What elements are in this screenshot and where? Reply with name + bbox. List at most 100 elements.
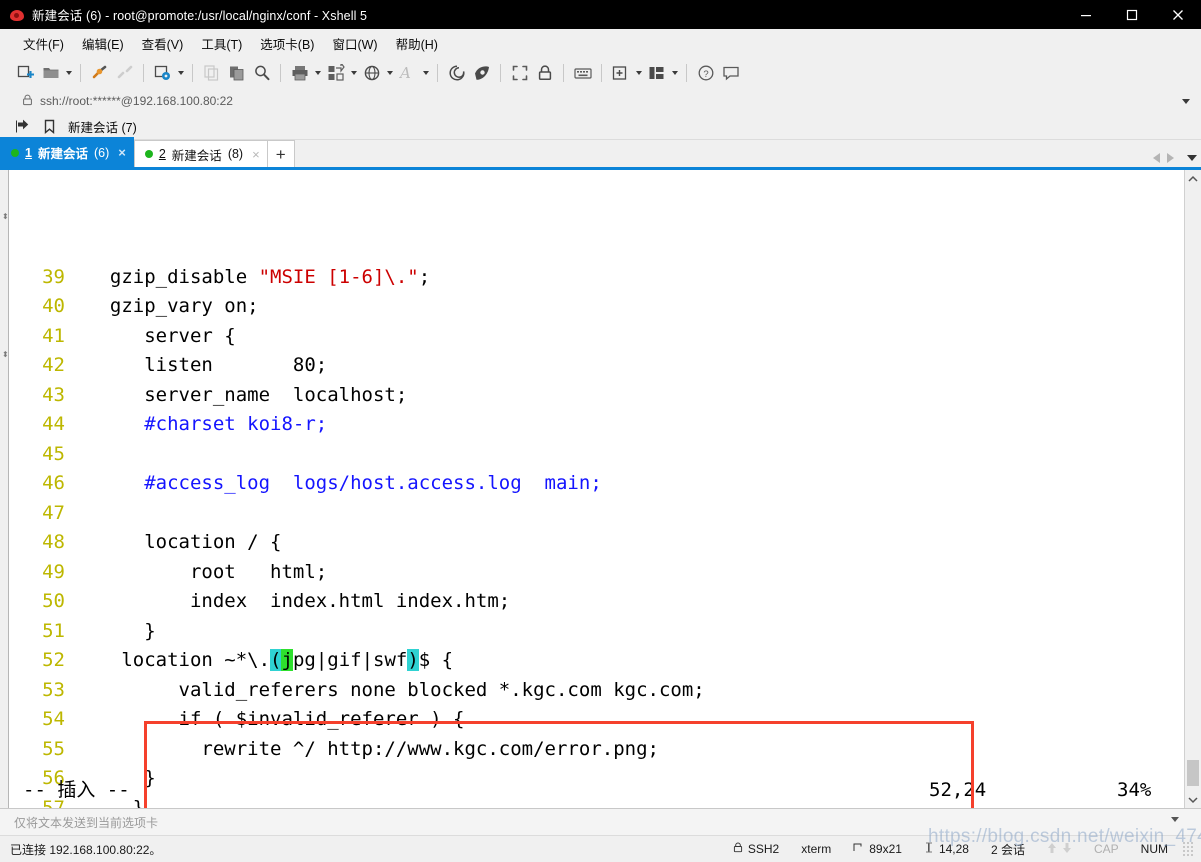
chevron-down-icon[interactable] [1187,155,1197,161]
session-count-indicator[interactable]: 2 会话 [980,836,1036,862]
toolbar-separator [500,63,501,82]
open-folder-dropdown[interactable] [63,60,74,85]
tab-index: 1 [25,145,32,160]
send-text-bar[interactable]: 仅将文本发送到当前选项卡 [0,809,1201,836]
xshell-icon [9,7,25,23]
window-controls [1063,0,1201,29]
fullscreen-icon[interactable] [507,60,532,85]
help-icon[interactable]: ? [693,60,718,85]
find-icon[interactable] [249,60,274,85]
terminal-cursor: j [281,649,293,671]
svg-text:?: ? [703,69,708,80]
compose-icon[interactable] [469,60,494,85]
tab-session-2[interactable]: 2 新建会话 (8) × [133,140,268,167]
toolbar-separator [563,63,564,82]
lock-icon[interactable] [532,60,557,85]
protocol-indicator[interactable]: SSH2 [722,836,790,862]
new-session-icon[interactable] [13,60,38,85]
tool-bar: A ? [0,57,1201,88]
scroll-down-button[interactable] [1185,791,1201,808]
menu-file[interactable]: 文件(F) [14,31,73,56]
bookmark-icon[interactable] [41,119,57,135]
chevron-down-icon[interactable] [1171,817,1179,822]
cursor-position-indicator[interactable]: 14,28 [913,836,980,862]
tab-close-icon[interactable]: × [118,146,126,159]
chevron-left-icon[interactable] [1153,153,1160,163]
add-pane-dropdown[interactable] [633,60,644,85]
arrange-layout-icon[interactable] [644,60,669,85]
menu-view[interactable]: 查看(V) [133,31,193,56]
line-number: 54 [42,708,65,730]
line-number: 46 [42,472,65,494]
transfer-file-icon[interactable] [323,60,348,85]
line-number: 42 [42,354,65,376]
terminal-line: 47 [9,499,1184,529]
print-dropdown[interactable] [312,60,323,85]
menu-tabs[interactable]: 选项卡(B) [251,31,323,56]
session-properties-dropdown[interactable] [175,60,186,85]
cursor-position-label: 14,28 [938,842,969,856]
bracket-match-highlight: ) [407,649,419,671]
address-value: ssh://root:******@192.168.100.80:22 [40,94,233,108]
line-number: 47 [42,501,65,524]
open-folder-icon[interactable] [38,60,63,85]
scroll-up-button[interactable] [1185,170,1201,187]
scrollbar-thumb[interactable] [1187,760,1199,786]
terminal-text: server { [87,324,236,347]
caps-lock-indicator: CAP [1083,836,1130,862]
tab-title: 新建会话 [37,147,88,161]
address-bar: ssh://root:******@192.168.100.80:22 [0,88,1201,114]
chevron-down-icon[interactable] [1177,90,1195,112]
terminal-text: pg|gif|swf [292,649,408,671]
toolbar-separator [601,63,602,82]
terminal-type-indicator[interactable]: xterm [790,836,842,862]
terminal-scrollbar[interactable] [1184,170,1201,808]
terminal-size-label: 89x21 [869,842,902,856]
print-icon[interactable] [287,60,312,85]
svg-text:A: A [399,64,411,82]
menu-edit[interactable]: 编辑(E) [73,31,133,56]
menu-window[interactable]: 窗口(W) [323,31,386,56]
terminal-output[interactable]: 39 gzip_disable "MSIE [1-6]\."; 40 gzip_v… [9,170,1184,808]
chevron-right-icon[interactable] [1167,153,1174,163]
pane-splitter[interactable]: ⬍ ⬍ [0,170,9,808]
keyboard-icon[interactable] [570,60,595,85]
vim-cursor-position: 52,24 [929,779,987,802]
session-properties-icon[interactable] [150,60,175,85]
lock-icon [733,842,743,856]
resize-grip-icon[interactable] [1181,842,1195,856]
maximize-button[interactable] [1109,0,1155,29]
connect-icon[interactable] [87,60,112,85]
menu-help[interactable]: 帮助(H) [387,31,447,56]
feedback-icon[interactable] [718,60,743,85]
web-browser-dropdown[interactable] [384,60,395,85]
bookmark-label[interactable]: 新建会话 (7) [68,117,137,136]
font-dropdown[interactable] [420,60,431,85]
close-button[interactable] [1155,0,1201,29]
tab-session-1[interactable]: 1 新建会话 (6) × [0,137,134,167]
terminal-type-label: xterm [801,842,832,856]
terminal-line: 46 #access_log logs/host.access.log main… [9,469,1184,499]
log-icon[interactable] [444,60,469,85]
paste-icon[interactable] [224,60,249,85]
transfer-indicator [1036,836,1083,862]
menu-tools[interactable]: 工具(T) [192,31,251,56]
tab-close-icon[interactable]: × [252,148,260,161]
line-number: 50 [42,590,65,612]
scrollbar-track[interactable] [1185,187,1201,791]
web-browser-icon[interactable] [359,60,384,85]
toolbar-separator [143,63,144,82]
terminal-text: $ { [418,649,454,671]
new-tab-button[interactable]: + [266,140,295,167]
terminal-text: valid_referers none blocked *.kgc.com kg… [87,678,705,701]
minimize-button[interactable] [1063,0,1109,29]
transfer-file-dropdown[interactable] [348,60,359,85]
add-pane-icon[interactable] [608,60,633,85]
open-session-icon[interactable] [14,119,30,135]
terminal-size-indicator[interactable]: 89x21 [842,836,913,862]
terminal-text: listen 80; [87,354,328,376]
menu-bar: 文件(F) 编辑(E) 查看(V) 工具(T) 选项卡(B) 窗口(W) 帮助(… [0,29,1201,57]
line-number: 39 [42,265,65,288]
address-input[interactable]: ssh://root:******@192.168.100.80:22 [14,90,1177,112]
arrange-layout-dropdown[interactable] [669,60,680,85]
